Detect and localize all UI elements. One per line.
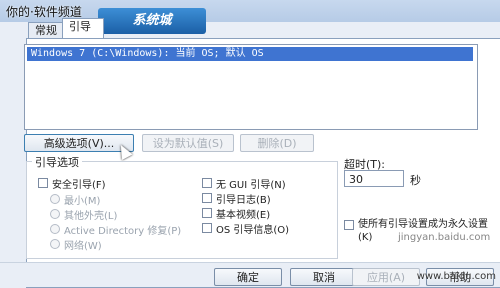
os-list[interactable]: Windows 7 (C:\Windows): 当前 OS; 默认 OS [24,44,478,130]
delete-button[interactable]: 删除(D) [240,134,314,152]
tab-boot[interactable]: 引导 [62,18,104,39]
base-video-checkbox[interactable] [202,208,212,218]
boot-log-label: 引导日志(B) [216,195,271,206]
network-radio[interactable] [50,239,60,249]
active-directory-label: Active Directory 修复(P) [64,226,182,237]
ok-button[interactable]: 确定 [214,268,282,286]
timeout-input[interactable]: 30 [344,170,404,187]
apply-button[interactable]: 应用(A) [352,268,420,286]
set-default-button[interactable]: 设为默认值(S) [142,134,234,152]
safe-boot-label: 安全引导(F) [52,180,106,191]
network-label: 网络(W) [64,241,102,252]
watermark-bottom: www.baidu.com [416,271,496,282]
cancel-button[interactable]: 取消 [290,268,358,286]
os-boot-info-checkbox[interactable] [202,223,212,233]
boot-options-legend: 引导选项 [32,154,82,170]
minimal-label: 最小(M) [64,196,101,207]
no-gui-boot-label: 无 GUI 引导(N) [216,180,286,191]
timeout-unit: 秒 [410,174,421,187]
boot-log-checkbox[interactable] [202,193,212,203]
permanent-settings-checkbox[interactable] [344,220,354,230]
no-gui-boot-checkbox[interactable] [202,178,212,188]
alternate-shell-label: 其他外壳(L) [64,211,118,222]
safe-boot-checkbox[interactable] [38,178,48,188]
watermark-mid: jingyan.baidu.com [398,232,491,243]
watermark-logo: 系统城 [98,8,206,34]
os-list-item[interactable]: Windows 7 (C:\Windows): 当前 OS; 默认 OS [27,47,473,61]
active-directory-radio[interactable] [50,224,60,234]
os-boot-info-label: OS 引导信息(O) [216,225,290,236]
alternate-shell-radio[interactable] [50,209,60,219]
minimal-radio[interactable] [50,194,60,204]
base-video-label: 基本视频(E) [216,210,271,221]
